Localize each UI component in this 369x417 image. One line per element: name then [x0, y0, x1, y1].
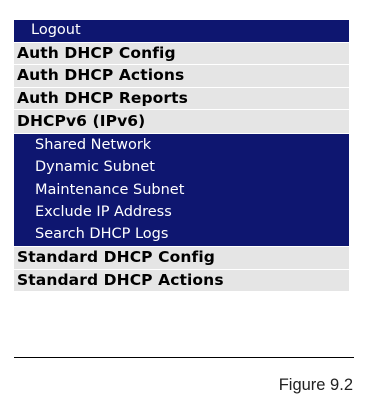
menu-item-auth-dhcp-config[interactable]: Auth DHCP Config [14, 42, 349, 64]
submenu-item-exclude-ip-address[interactable]: Exclude IP Address [14, 200, 349, 224]
menu-item-auth-dhcp-actions[interactable]: Auth DHCP Actions [14, 65, 349, 87]
divider [14, 357, 354, 358]
submenu-item-dynamic-subnet[interactable]: Dynamic Subnet [14, 156, 349, 179]
navigation-menu: Logout Auth DHCP Config Auth DHCP Action… [14, 20, 349, 350]
submenu-item-shared-network[interactable]: Shared Network [14, 134, 349, 157]
submenu-item-search-dhcp-logs[interactable]: Search DHCP Logs [14, 223, 349, 246]
figure-caption: Figure 9.2 [278, 376, 353, 394]
logout-link[interactable]: Logout [14, 20, 349, 42]
menu-item-standard-dhcp-actions[interactable]: Standard DHCP Actions [14, 269, 349, 292]
menu-item-dhcpv6[interactable]: DHCPv6 (IPv6) [14, 110, 349, 133]
menu-item-standard-dhcp-config[interactable]: Standard DHCP Config [14, 247, 349, 269]
dhcpv6-submenu: Shared Network Dynamic Subnet Maintenanc… [14, 134, 349, 247]
figure-frame: Logout Auth DHCP Config Auth DHCP Action… [0, 0, 369, 417]
menu-item-auth-dhcp-reports[interactable]: Auth DHCP Reports [14, 87, 349, 109]
submenu-item-maintenance-subnet[interactable]: Maintenance Subnet [14, 178, 349, 201]
